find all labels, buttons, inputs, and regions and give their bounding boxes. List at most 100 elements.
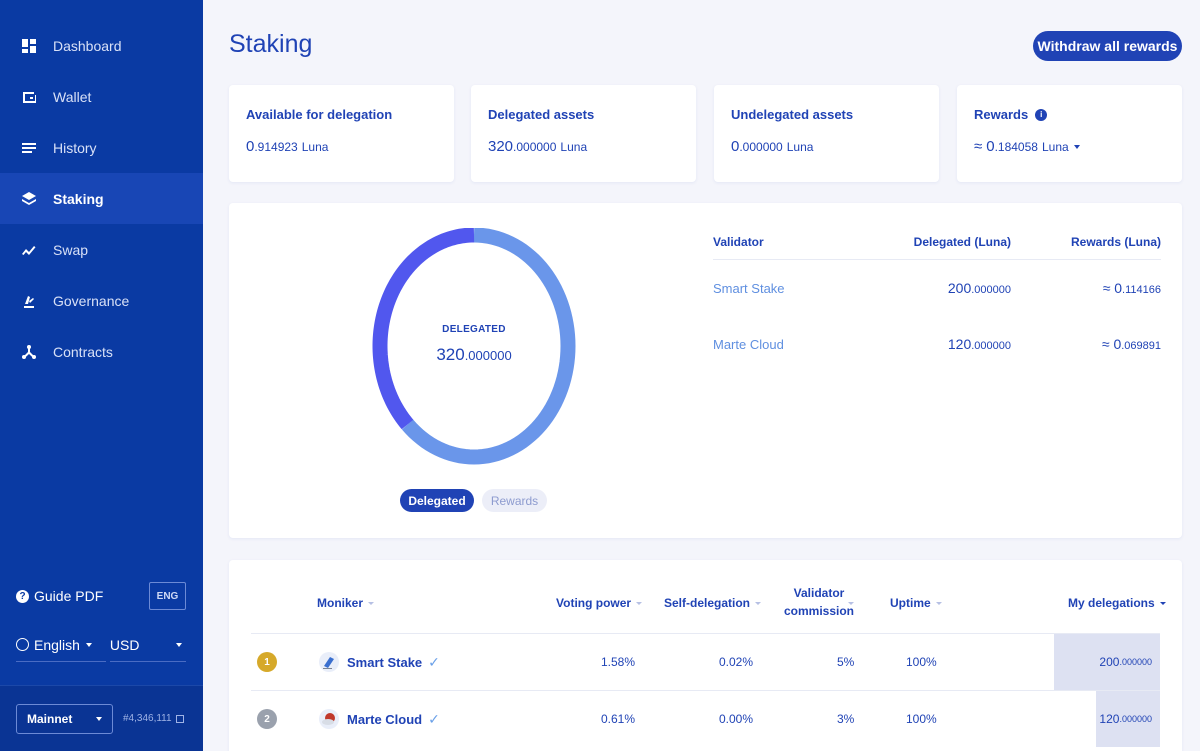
stat-int: 0 [986,138,995,155]
self-delegation-cell: 0.02% [719,655,754,669]
table-row[interactable]: 2 Marte Cloud ✓ 0.61% 0.00% 3% 100% 120.… [229,691,1182,747]
moniker-cell: Marte Cloud ✓ [319,691,440,747]
sidebar-item-contracts[interactable]: Contracts [0,326,203,377]
validator-link[interactable]: Smart Stake [713,281,873,296]
stat-card-rewards: Rewards i ≈0.184058 Luna [957,85,1182,182]
header-label: Self-delegation [664,596,751,610]
my-delegation-bar: 120.000000 [1096,691,1160,747]
toggle-rewards[interactable]: Rewards [482,489,547,512]
chevron-down-icon [1073,145,1080,149]
stat-dec: .914923 [254,140,298,154]
language-label: English [34,636,80,653]
guide-pdf-link[interactable]: ? Guide PDF [16,588,103,604]
network-select[interactable]: Mainnet [16,704,113,734]
moniker-cell: Smart Stake ✓ [319,634,440,690]
sort-voting-power[interactable]: Voting power [556,596,643,610]
sort-moniker[interactable]: Moniker [317,596,375,610]
withdraw-all-rewards-button[interactable]: Withdraw all rewards [1033,31,1182,61]
amount-int: 120 [947,336,972,352]
sidebar-item-label: Contracts [53,343,113,360]
rewards-amount: ≈ 0.114166 [1011,280,1161,296]
validator-summary-table: Validator Delegated (Luna) Rewards (Luna… [713,225,1161,372]
table-row: Smart Stake 200.000000 ≈ 0.114166 [713,260,1161,316]
rewards-value-select[interactable]: ≈0.184058 Luna [974,138,1165,155]
sidebar-nav: Dashboard Wallet History Staking Swap Go… [0,0,203,377]
validator-link[interactable]: Marte Cloud [713,337,873,352]
amount-dec: .000000 [971,284,1011,296]
sort-icon [935,601,942,605]
stat-card-available: Available for delegation 0.914923 Luna [229,85,454,182]
validator-moniker-link[interactable]: Marte Cloud ✓ [319,709,440,729]
donut-dec: .000000 [464,348,512,363]
stat-card-delegated: Delegated assets 320.000000 Luna [471,85,696,182]
block-height-link[interactable]: #4,346,111 [123,713,184,724]
table-row[interactable]: 1 Smart Stake ✓ 1.58% 0.02% 5% 100% 200.… [229,634,1182,690]
amount-int: 200 [947,280,972,296]
header-label: Uptime [890,596,931,610]
locale-row: English USD [16,628,186,662]
voting-power-cell: 0.61% [601,712,636,726]
sort-uptime[interactable]: Uptime [890,596,942,610]
amount-dec: .000000 [1119,657,1152,667]
validators-table-card: Moniker Voting power Self-delegation Val… [229,560,1182,751]
stat-dec: .184058 [994,140,1038,154]
uptime-cell: 100% [906,655,937,669]
sort-my-delegations[interactable]: My delegations [1068,596,1166,610]
sort-icon [636,601,643,605]
toggle-delegated[interactable]: Delegated [400,489,474,512]
donut-title: DELEGATED [442,324,506,335]
chevron-down-icon [96,717,102,721]
staking-icon [20,190,38,208]
header-label: My delegations [1068,596,1155,610]
sidebar-item-label: Swap [53,241,89,258]
validator-moniker-link[interactable]: Smart Stake ✓ [319,652,440,672]
rewards-amount: ≈ 0.069891 [1011,336,1161,352]
history-icon [20,139,38,157]
guide-language-button[interactable]: ENG [149,582,186,610]
validators-table-header: Moniker Voting power Self-delegation Val… [229,560,1182,634]
amount-int: ≈ 0 [1101,336,1122,352]
guide-row: ? Guide PDF ENG [16,582,186,610]
sort-icon [755,601,762,605]
sidebar-item-dashboard[interactable]: Dashboard [0,20,203,71]
moniker-label: Marte Cloud [347,711,423,727]
sidebar-item-label: Governance [53,292,130,309]
stat-label: Undelegated assets [731,107,854,122]
table-header: Validator Delegated (Luna) Rewards (Luna… [713,225,1161,260]
delegated-amount: 120.000000 [873,336,1011,352]
commission-cell: 3% [837,712,855,726]
validator-avatar [319,652,339,672]
validator-avatar [319,709,339,729]
delegation-chart-card: DELEGATED 320.000000 Delegated Rewards V… [229,203,1182,538]
amount-dec: .069891 [1121,340,1161,352]
amount-dec: .000000 [1119,714,1152,724]
sort-self-delegation[interactable]: Self-delegation [664,596,762,610]
delegated-amount: 200.000000 [873,280,1011,296]
sidebar-item-wallet[interactable]: Wallet [0,71,203,122]
approx-sign: ≈ [974,138,983,155]
sidebar: Dashboard Wallet History Staking Swap Go… [0,0,203,751]
chevron-down-icon [85,642,92,647]
external-link-icon [175,714,184,723]
stat-unit: Luna [1041,140,1069,154]
header-rewards: Rewards (Luna) [1070,235,1161,249]
page-title: Staking [229,30,313,58]
currency-select[interactable]: USD [109,628,186,662]
sidebar-item-label: Staking [53,190,104,207]
sidebar-item-swap[interactable]: Swap [0,224,203,275]
sidebar-item-staking[interactable]: Staking [0,173,203,224]
sort-icon [848,602,854,605]
stat-label-text: Rewards [974,107,1029,122]
info-icon[interactable]: i [1035,108,1048,121]
block-height: #4,346,111 [123,713,172,724]
language-select[interactable]: English [16,628,106,662]
stat-value: 0.914923 Luna [246,138,437,155]
sidebar-item-governance[interactable]: Governance [0,275,203,326]
chevron-down-icon [176,642,182,647]
dashboard-icon [20,37,38,55]
header-label: Moniker [317,596,364,610]
sidebar-item-history[interactable]: History [0,122,203,173]
header-label: commission [783,604,855,618]
help-icon: ? [16,589,29,603]
stat-unit: Luna [786,140,814,154]
